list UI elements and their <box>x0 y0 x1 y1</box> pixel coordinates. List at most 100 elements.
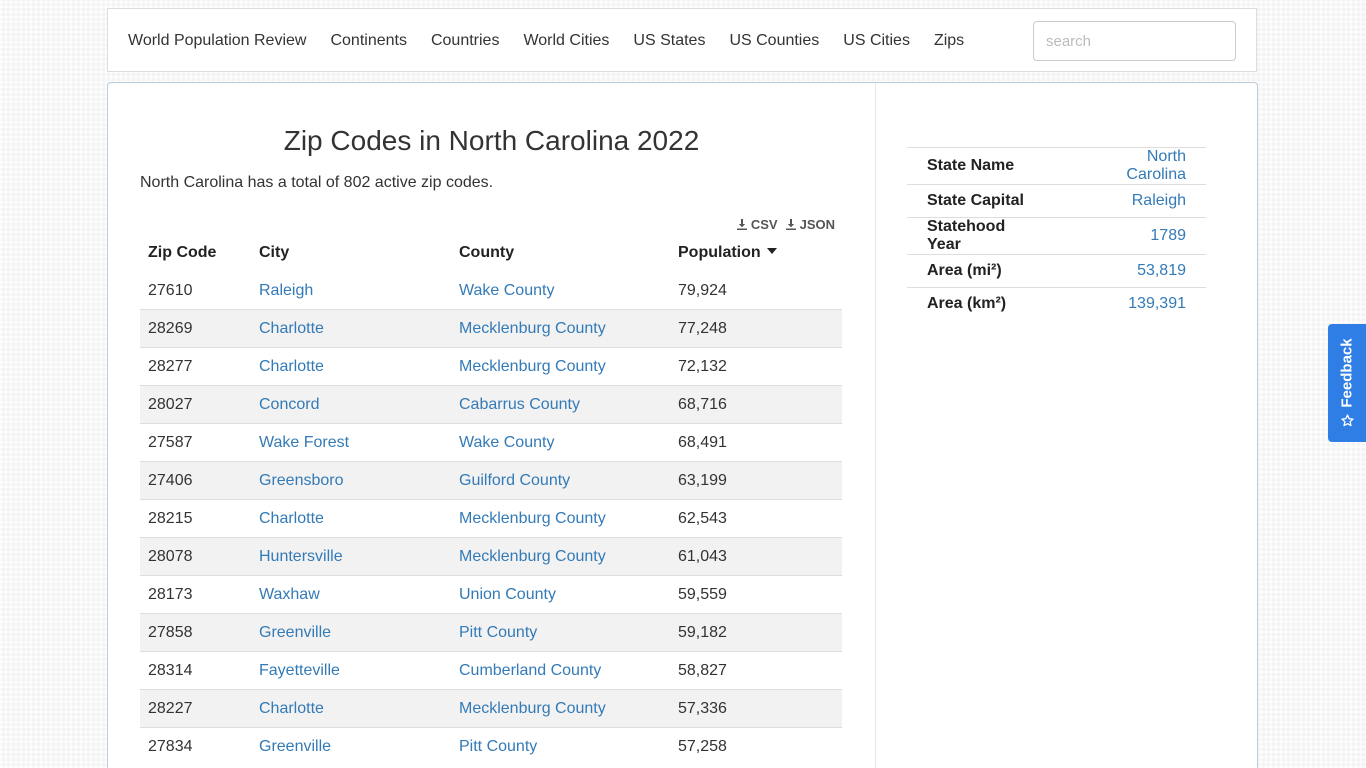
info-value: North Carolina <box>1063 147 1206 185</box>
table-row: 28027 Concord Cabarrus County 68,716 <box>140 385 842 424</box>
download-icon <box>736 219 747 230</box>
city-link[interactable]: Charlotte <box>259 358 324 375</box>
nav-link-us-counties[interactable]: US Counties <box>729 32 819 50</box>
city-link[interactable]: Huntersville <box>259 548 343 565</box>
county-link[interactable]: Cumberland County <box>459 662 601 679</box>
table-row: 28314 Fayetteville Cumberland County 58,… <box>140 651 842 690</box>
city-link[interactable]: Greensboro <box>259 472 344 489</box>
county-cell: Mecklenburg County <box>451 689 670 728</box>
nav-link-world-cities[interactable]: World Cities <box>523 32 609 50</box>
info-value: 139,391 <box>1063 287 1206 320</box>
city-cell: Huntersville <box>251 537 451 576</box>
city-cell: Charlotte <box>251 347 451 386</box>
download-json-link[interactable]: JSON <box>785 217 835 232</box>
city-link[interactable]: Waxhaw <box>259 586 320 603</box>
county-link[interactable]: Pitt County <box>459 624 537 641</box>
population-cell: 68,491 <box>670 423 842 462</box>
download-csv-link[interactable]: CSV <box>736 217 778 232</box>
city-cell: Charlotte <box>251 689 451 728</box>
city-link[interactable]: Charlotte <box>259 700 324 717</box>
search-input[interactable] <box>1033 21 1236 61</box>
population-cell: 57,336 <box>670 689 842 728</box>
county-link[interactable]: Union County <box>459 586 556 603</box>
table-row: 27587 Wake Forest Wake County 68,491 <box>140 423 842 462</box>
county-link[interactable]: Wake County <box>459 434 554 451</box>
nav-link-home[interactable]: World Population Review <box>128 32 306 50</box>
header-zip-code[interactable]: Zip Code <box>140 234 251 272</box>
table-row: 28227 Charlotte Mecklenburg County 57,33… <box>140 689 842 728</box>
state-info-sidebar: State Name North Carolina State Capital … <box>907 147 1206 320</box>
info-key: Area (km²) <box>907 287 1064 320</box>
county-link[interactable]: Wake County <box>459 282 554 299</box>
city-link[interactable]: Greenville <box>259 624 331 641</box>
table-row: 27858 Greenville Pitt County 59,182 <box>140 613 842 652</box>
caret-down-icon <box>766 247 777 254</box>
feedback-label: Feedback <box>1338 338 1356 408</box>
population-cell: 57,258 <box>670 727 842 765</box>
header-city[interactable]: City <box>251 234 451 272</box>
city-link[interactable]: Charlotte <box>259 320 324 337</box>
header-population[interactable]: Population <box>670 234 842 272</box>
table-row: 28269 Charlotte Mecklenburg County 77,24… <box>140 309 842 348</box>
area-mi-link[interactable]: 53,819 <box>1137 262 1186 279</box>
county-cell: Mecklenburg County <box>451 309 670 348</box>
city-link[interactable]: Raleigh <box>259 282 313 299</box>
nav-link-countries[interactable]: Countries <box>431 32 499 50</box>
zip-cell: 28215 <box>140 499 251 538</box>
nav-link-us-states[interactable]: US States <box>633 32 705 50</box>
state-capital-link[interactable]: Raleigh <box>1132 192 1186 209</box>
county-link[interactable]: Mecklenburg County <box>459 548 606 565</box>
county-link[interactable]: Guilford County <box>459 472 570 489</box>
county-link[interactable]: Cabarrus County <box>459 396 580 413</box>
header-county[interactable]: County <box>451 234 670 272</box>
zip-cell: 28027 <box>140 385 251 424</box>
feedback-button[interactable]: Feedback <box>1328 324 1366 442</box>
nav-link-us-cities[interactable]: US Cities <box>843 32 910 50</box>
county-link[interactable]: Mecklenburg County <box>459 700 606 717</box>
table-row: 28277 Charlotte Mecklenburg County 72,13… <box>140 347 842 386</box>
table-row: 28215 Charlotte Mecklenburg County 62,54… <box>140 499 842 538</box>
state-info-table: State Name North Carolina State Capital … <box>907 147 1206 320</box>
city-cell: Greensboro <box>251 461 451 500</box>
zip-cell: 28227 <box>140 689 251 728</box>
population-cell: 58,827 <box>670 651 842 690</box>
city-link[interactable]: Charlotte <box>259 510 324 527</box>
info-value: 1789 <box>1063 217 1206 255</box>
city-link[interactable]: Fayetteville <box>259 662 340 679</box>
county-link[interactable]: Pitt County <box>459 738 537 755</box>
city-link[interactable]: Wake Forest <box>259 434 349 451</box>
zip-cell: 27610 <box>148 281 193 299</box>
county-link[interactable]: Mecklenburg County <box>459 320 606 337</box>
zip-cell: 27834 <box>140 727 251 765</box>
county-cell: Pitt County <box>451 613 670 652</box>
statehood-year-link[interactable]: 1789 <box>1150 227 1186 244</box>
zip-cell: 28078 <box>140 537 251 576</box>
city-link[interactable]: Concord <box>259 396 319 413</box>
city-cell: Fayetteville <box>251 651 451 690</box>
info-row-state-name: State Name North Carolina <box>907 147 1206 185</box>
population-cell: 72,132 <box>670 347 842 386</box>
county-link[interactable]: Mecklenburg County <box>459 510 606 527</box>
table-row: 27406 Greensboro Guilford County 63,199 <box>140 461 842 500</box>
city-cell: Wake Forest <box>251 423 451 462</box>
download-icon <box>785 219 796 230</box>
nav-link-zips[interactable]: Zips <box>934 32 964 50</box>
county-link[interactable]: Mecklenburg County <box>459 358 606 375</box>
state-name-link[interactable]: North Carolina <box>1126 148 1186 183</box>
population-cell: 77,248 <box>670 309 842 348</box>
area-km-link[interactable]: 139,391 <box>1128 295 1186 312</box>
city-cell: Charlotte <box>251 309 451 348</box>
city-cell: Concord <box>251 385 451 424</box>
content-column: Zip Codes in North Carolina 2022 North C… <box>108 83 876 768</box>
county-cell: Mecklenburg County <box>451 347 670 386</box>
info-row-area-km: Area (km²) 139,391 <box>907 287 1206 320</box>
download-json-label: JSON <box>799 217 835 232</box>
city-link[interactable]: Greenville <box>259 738 331 755</box>
population-cell: 68,716 <box>670 385 842 424</box>
nav-link-continents[interactable]: Continents <box>330 32 407 50</box>
city-cell: Waxhaw <box>251 575 451 614</box>
table-row: 27610 Raleigh Wake County 79,924 <box>140 272 842 310</box>
table-row: 27834 Greenville Pitt County 57,258 <box>140 727 842 765</box>
star-icon <box>1340 414 1354 427</box>
population-cell: 79,924 <box>678 281 727 299</box>
